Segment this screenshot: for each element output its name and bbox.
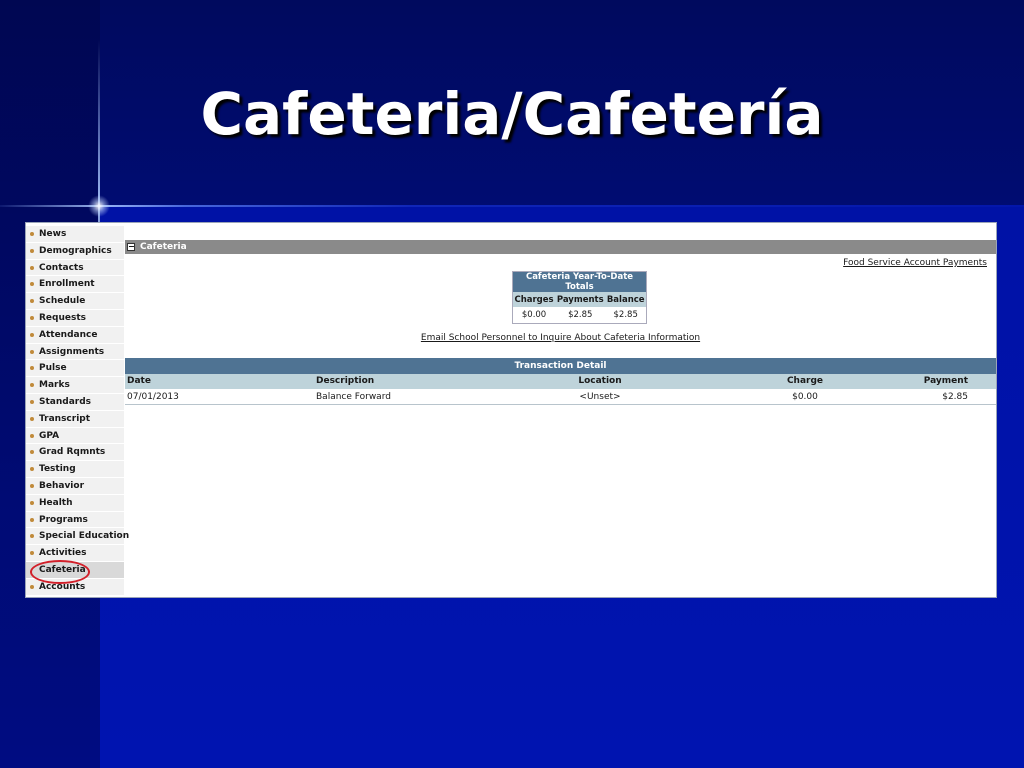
sidebar-item-label: Grad Rqmnts <box>39 447 106 458</box>
bullet-icon <box>30 232 34 236</box>
bullet-icon <box>30 416 34 421</box>
sidebar-item-label: Contacts <box>39 262 84 273</box>
cell-location: <Unset> <box>579 392 621 402</box>
collapse-icon[interactable]: − <box>127 243 135 251</box>
bullet-icon <box>30 450 34 455</box>
sidebar-item-pulse[interactable]: Pulse <box>26 360 124 378</box>
bullet-icon <box>30 517 34 522</box>
bullet-icon <box>30 366 34 371</box>
portal-screenshot: News Demographics Contacts Enrollment Sc… <box>25 222 997 598</box>
cell-date: 07/01/2013 <box>127 392 179 402</box>
sidebar-item-label: Marks <box>39 380 70 391</box>
email-personnel-link[interactable]: Email School Personnel to Inquire About … <box>421 333 700 343</box>
ytd-value-balance: $2.85 <box>613 309 638 320</box>
sidebar-item-label: Special Education <box>39 531 130 542</box>
sidebar-item-health[interactable]: Health <box>26 494 124 512</box>
sidebar-item-news[interactable]: News <box>26 226 124 243</box>
sidebar-nav: News Demographics Contacts Enrollment Sc… <box>26 223 129 597</box>
ytd-totals-table: Cafeteria Year-To-Date Totals Charges Pa… <box>512 271 647 324</box>
sidebar-item-label: Standards <box>39 396 92 407</box>
sidebar-item-enrollment[interactable]: Enrollment <box>26 276 124 294</box>
sidebar-item-demographics[interactable]: Demographics <box>26 242 124 260</box>
bullet-icon <box>30 383 34 388</box>
sidebar-item-activities[interactable]: Activities <box>26 545 124 562</box>
bullet-icon <box>30 265 34 270</box>
sidebar-item-label: Enrollment <box>39 279 95 290</box>
sidebar-item-schedule[interactable]: Schedule <box>26 293 124 310</box>
sidebar-item-grad-rqmnts[interactable]: Grad Rqmnts <box>26 444 124 462</box>
transaction-column-headers: Date Description Location Charge Payment <box>125 374 996 389</box>
ytd-value-payments: $2.85 <box>568 309 593 320</box>
sidebar-item-marks[interactable]: Marks <box>26 377 124 394</box>
column-header-date[interactable]: Date <box>127 374 151 389</box>
bullet-icon <box>30 299 34 304</box>
sidebar-item-label: Attendance <box>39 329 98 340</box>
sidebar-item-standards[interactable]: Standards <box>26 393 124 411</box>
cell-payment: $2.85 <box>942 392 968 402</box>
bullet-icon <box>30 551 34 556</box>
food-service-payments-link[interactable]: Food Service Account Payments <box>843 258 987 268</box>
sidebar-item-label: Transcript <box>39 413 91 424</box>
sidebar-item-label: Schedule <box>39 296 86 307</box>
ytd-header-charges: Charges <box>512 292 556 307</box>
sidebar-item-contacts[interactable]: Contacts <box>26 259 124 277</box>
horizontal-light-line <box>0 205 1024 207</box>
bullet-icon <box>30 433 34 438</box>
transaction-detail-title: Transaction Detail <box>125 358 996 374</box>
ytd-value-charges: $0.00 <box>521 309 547 320</box>
bullet-icon <box>30 584 34 589</box>
sidebar-item-programs[interactable]: Programs <box>26 511 124 529</box>
bullet-icon <box>30 500 34 505</box>
sidebar-item-label: Pulse <box>39 363 67 374</box>
table-row: 07/01/2013 Balance Forward <Unset> $0.00… <box>125 390 996 405</box>
ytd-table-title: Cafeteria Year-To-Date Totals <box>512 271 647 292</box>
sidebar-item-label: Demographics <box>39 245 112 256</box>
bullet-icon <box>30 282 34 287</box>
email-personnel-link-wrap: Email School Personnel to Inquire About … <box>125 333 996 343</box>
sidebar-item-label: Behavior <box>39 480 85 491</box>
bullet-icon <box>30 483 34 488</box>
sidebar-item-label: Requests <box>39 312 87 323</box>
slide-title: Cafeteria/Cafetería <box>200 80 824 148</box>
bullet-icon <box>30 399 34 404</box>
section-title: Cafeteria <box>140 242 187 252</box>
bullet-icon <box>30 534 34 539</box>
ytd-header-balance: Balance <box>605 292 647 307</box>
sidebar-item-label: GPA <box>39 430 60 441</box>
sidebar-item-special-education[interactable]: Special Education <box>26 528 129 546</box>
bullet-icon <box>30 315 34 320</box>
sidebar-item-label: Assignments <box>39 346 105 357</box>
sparkle-decoration <box>88 195 110 217</box>
sidebar-item-attendance[interactable]: Attendance <box>26 326 124 344</box>
sidebar-item-label: Testing <box>39 464 76 475</box>
column-header-location[interactable]: Location <box>565 374 635 389</box>
section-header: − Cafeteria <box>125 240 996 254</box>
cell-description: Balance Forward <box>316 392 391 402</box>
cafeteria-content: − Cafeteria Food Service Account Payment… <box>125 223 996 597</box>
bullet-icon <box>30 248 34 253</box>
sidebar-item-testing[interactable]: Testing <box>26 461 124 478</box>
column-header-charge[interactable]: Charge <box>775 374 835 389</box>
sidebar-item-requests[interactable]: Requests <box>26 309 124 327</box>
highlight-circle <box>30 560 90 584</box>
sidebar-item-behavior[interactable]: Behavior <box>26 477 124 495</box>
ytd-header-payments: Payments <box>555 292 606 307</box>
sidebar-item-transcript[interactable]: Transcript <box>26 410 124 428</box>
sidebar-item-label: Programs <box>39 514 88 525</box>
sidebar-item-label: Activities <box>39 548 87 559</box>
column-header-payment[interactable]: Payment <box>924 374 968 389</box>
sidebar-item-gpa[interactable]: GPA <box>26 427 124 445</box>
sidebar-item-label: Health <box>39 497 73 508</box>
column-header-description[interactable]: Description <box>316 374 374 389</box>
bullet-icon <box>30 349 34 354</box>
bullet-icon <box>30 467 34 472</box>
sidebar-item-label: News <box>39 229 67 239</box>
bullet-icon <box>30 332 34 337</box>
cell-charge: $0.00 <box>792 392 818 402</box>
sidebar-item-assignments[interactable]: Assignments <box>26 343 124 361</box>
